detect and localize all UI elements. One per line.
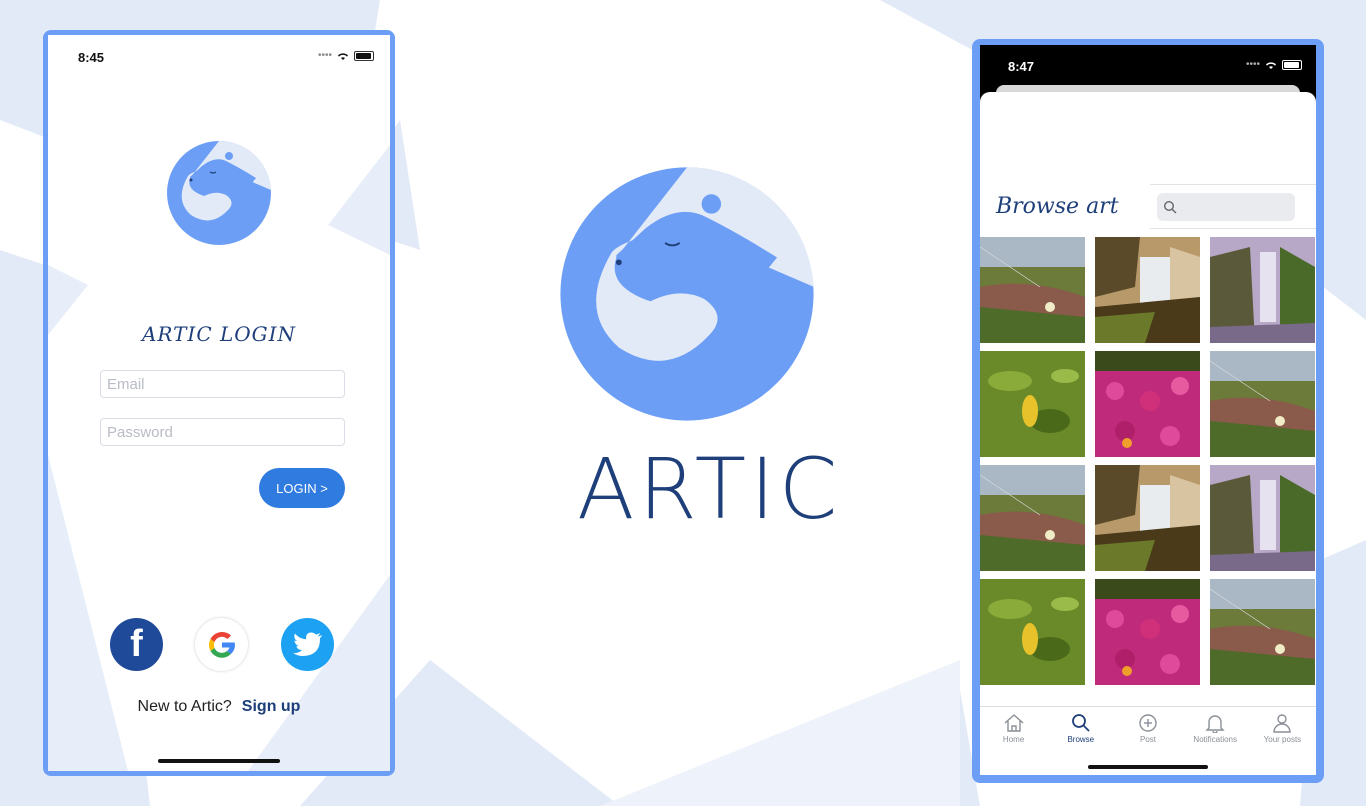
art-tile-waterfall-cliff[interactable]	[1095, 465, 1200, 571]
home-indicator	[1088, 765, 1208, 769]
status-icons: ••••	[1246, 59, 1303, 70]
signup-link[interactable]: Sign up	[242, 698, 301, 715]
new-user-text: New to Artic?	[137, 698, 232, 715]
google-button[interactable]	[195, 618, 248, 671]
wifi-icon	[338, 52, 349, 60]
tab-your-posts[interactable]: Your posts	[1249, 707, 1316, 775]
divider	[1150, 184, 1316, 185]
art-grid	[980, 237, 1316, 685]
signal-icon: ••••	[318, 50, 333, 61]
art-tile-purple-waterfall[interactable]	[1210, 237, 1315, 343]
google-icon	[208, 631, 235, 658]
art-tile-pink-flowers[interactable]	[1095, 579, 1200, 685]
art-tile-meadow-flower[interactable]	[1210, 579, 1315, 685]
battery-icon	[354, 51, 375, 61]
login-title: ARTIC LOGIN	[141, 322, 297, 346]
search-input[interactable]	[1157, 193, 1295, 221]
signup-row: New to Artic? Sign up	[48, 698, 390, 716]
tab-label: Your posts	[1263, 735, 1302, 744]
search-icon	[1071, 714, 1090, 732]
twitter-button[interactable]	[281, 618, 334, 671]
status-time: 8:45	[78, 50, 105, 65]
login-phone-frame: 8:45 •••• ARTIC LOGIN LOGIN > f	[43, 30, 395, 776]
art-tile-meadow-flower[interactable]	[980, 465, 1085, 571]
art-tile-green-leaves[interactable]	[980, 579, 1085, 685]
art-tile-meadow-flower[interactable]	[980, 237, 1085, 343]
browse-sheet: Browse art Home Browse Post Notification…	[980, 92, 1316, 775]
art-tile-purple-waterfall[interactable]	[1210, 465, 1315, 571]
art-tile-pink-flowers[interactable]	[1095, 351, 1200, 457]
tab-home[interactable]: Home	[980, 707, 1047, 775]
search-icon	[1163, 200, 1177, 214]
artic-bear-logo-icon	[560, 167, 814, 421]
tab-label: Notifications	[1193, 735, 1237, 744]
brand-wordmark: ARTIC	[577, 440, 842, 538]
status-time: 8:47	[1008, 59, 1035, 74]
tab-label: Browse	[1067, 735, 1095, 744]
email-field[interactable]	[100, 370, 345, 398]
art-tile-meadow-flower[interactable]	[1210, 351, 1315, 457]
browse-title: Browse art	[996, 194, 1119, 219]
login-button[interactable]: LOGIN >	[259, 468, 345, 508]
login-screen: 8:45 •••• ARTIC LOGIN LOGIN > f	[48, 35, 390, 771]
tab-label: Home	[1002, 735, 1025, 744]
home-icon	[1004, 714, 1024, 732]
password-field[interactable]	[100, 418, 345, 446]
art-tile-green-leaves[interactable]	[980, 351, 1085, 457]
person-icon	[1273, 714, 1292, 733]
bell-icon	[1205, 715, 1225, 733]
home-indicator	[158, 759, 280, 763]
twitter-icon	[292, 632, 322, 656]
signal-icon: ••••	[1246, 59, 1261, 70]
wifi-icon	[1266, 61, 1277, 69]
browse-screen: 8:47 •••• Browse art Home Browse Post No…	[980, 45, 1316, 775]
art-tile-waterfall-cliff[interactable]	[1095, 237, 1200, 343]
tab-label: Post	[1140, 735, 1157, 744]
bear-logo-icon	[167, 140, 271, 245]
facebook-button[interactable]: f	[110, 618, 163, 671]
battery-icon	[1282, 60, 1303, 70]
status-icons: ••••	[318, 50, 375, 61]
plus-circle-icon	[1139, 714, 1157, 732]
facebook-icon: f	[130, 623, 143, 665]
divider	[1150, 228, 1316, 229]
browse-phone-frame: 8:47 •••• Browse art Home Browse Post No…	[972, 39, 1324, 783]
